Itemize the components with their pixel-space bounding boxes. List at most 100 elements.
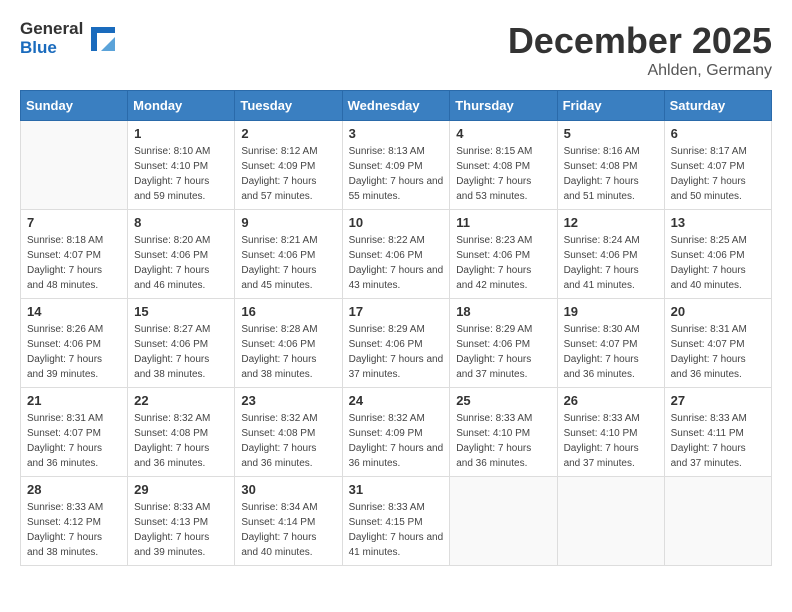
calendar-cell: 31 Sunrise: 8:33 AMSunset: 4:15 PMDayligh…: [342, 477, 450, 566]
day-number: 27: [671, 393, 765, 408]
day-number: 5: [564, 126, 658, 141]
day-info: Sunrise: 8:26 AMSunset: 4:06 PMDaylight:…: [27, 322, 121, 382]
calendar-cell: 29Sunrise: 8:33 AMSunset: 4:13 PMDayligh…: [128, 477, 235, 566]
day-info: Sunrise: 8:13 AMSunset: 4:09 PMDaylight:…: [349, 144, 444, 204]
day-number: 10: [349, 215, 444, 230]
day-number: 13: [671, 215, 765, 230]
weekday-header-thursday: Thursday: [450, 91, 557, 121]
calendar-week-row: 21Sunrise: 8:31 AMSunset: 4:07 PMDayligh…: [21, 388, 772, 477]
day-number: 18: [456, 304, 550, 319]
calendar-week-row: 14 Sunrise: 8:26 AMSunset: 4:06 PMDayligh…: [21, 299, 772, 388]
day-number: 19: [564, 304, 658, 319]
calendar-cell: 24Sunrise: 8:32 AMSunset: 4:09 PMDayligh…: [342, 388, 450, 477]
calendar-cell: [21, 121, 128, 210]
calendar-cell: 16 Sunrise: 8:28 AMSunset: 4:06 PMDayligh…: [235, 299, 342, 388]
calendar-cell: [557, 477, 664, 566]
day-info: Sunrise: 8:29 AMSunset: 4:06 PMDaylight:…: [349, 322, 444, 382]
logo-blue: Blue: [20, 39, 83, 58]
calendar-cell: 17 Sunrise: 8:29 AMSunset: 4:06 PMDayligh…: [342, 299, 450, 388]
month-year-title: December 2025: [508, 20, 772, 62]
calendar-cell: 22 Sunrise: 8:32 AMSunset: 4:08 PMDayligh…: [128, 388, 235, 477]
day-number: 12: [564, 215, 658, 230]
day-info: Sunrise: 8:12 AMSunset: 4:09 PMDaylight:…: [241, 144, 335, 204]
day-number: 1: [134, 126, 228, 141]
day-number: 3: [349, 126, 444, 141]
calendar-cell: 13 Sunrise: 8:25 AMSunset: 4:06 PMDayligh…: [664, 210, 771, 299]
day-number: 29: [134, 482, 228, 497]
calendar-header-row: SundayMondayTuesdayWednesdayThursdayFrid…: [21, 91, 772, 121]
day-info: Sunrise: 8:18 AMSunset: 4:07 PMDaylight:…: [27, 233, 121, 293]
day-number: 31: [349, 482, 444, 497]
day-info: Sunrise: 8:32 AMSunset: 4:08 PMDaylight:…: [134, 411, 228, 471]
weekday-header-wednesday: Wednesday: [342, 91, 450, 121]
calendar-cell: 11 Sunrise: 8:23 AMSunset: 4:06 PMDayligh…: [450, 210, 557, 299]
day-number: 11: [456, 215, 550, 230]
day-info: Sunrise: 8:16 AMSunset: 4:08 PMDaylight:…: [564, 144, 658, 204]
day-info: Sunrise: 8:33 AMSunset: 4:15 PMDaylight:…: [349, 500, 444, 560]
day-number: 28: [27, 482, 121, 497]
logo-general: General: [20, 20, 83, 39]
calendar-cell: [664, 477, 771, 566]
calendar-cell: 20Sunrise: 8:31 AMSunset: 4:07 PMDayligh…: [664, 299, 771, 388]
day-number: 25: [456, 393, 550, 408]
calendar-cell: 21Sunrise: 8:31 AMSunset: 4:07 PMDayligh…: [21, 388, 128, 477]
calendar-cell: 5 Sunrise: 8:16 AMSunset: 4:08 PMDaylight…: [557, 121, 664, 210]
day-number: 9: [241, 215, 335, 230]
day-number: 16: [241, 304, 335, 319]
day-info: Sunrise: 8:27 AMSunset: 4:06 PMDaylight:…: [134, 322, 228, 382]
calendar-cell: 14 Sunrise: 8:26 AMSunset: 4:06 PMDayligh…: [21, 299, 128, 388]
day-info: Sunrise: 8:28 AMSunset: 4:06 PMDaylight:…: [241, 322, 335, 382]
day-number: 30: [241, 482, 335, 497]
calendar-cell: 15 Sunrise: 8:27 AMSunset: 4:06 PMDayligh…: [128, 299, 235, 388]
day-number: 17: [349, 304, 444, 319]
calendar-cell: 30Sunrise: 8:34 AMSunset: 4:14 PMDayligh…: [235, 477, 342, 566]
day-number: 6: [671, 126, 765, 141]
day-info: Sunrise: 8:29 AMSunset: 4:06 PMDaylight:…: [456, 322, 550, 382]
calendar-cell: 28 Sunrise: 8:33 AMSunset: 4:12 PMDayligh…: [21, 477, 128, 566]
calendar-table: SundayMondayTuesdayWednesdayThursdayFrid…: [20, 90, 772, 566]
calendar-cell: 19 Sunrise: 8:30 AMSunset: 4:07 PMDayligh…: [557, 299, 664, 388]
logo-icon: [87, 23, 119, 55]
day-info: Sunrise: 8:32 AMSunset: 4:08 PMDaylight:…: [241, 411, 335, 471]
calendar-week-row: 7 Sunrise: 8:18 AMSunset: 4:07 PMDaylight…: [21, 210, 772, 299]
calendar-cell: 23Sunrise: 8:32 AMSunset: 4:08 PMDayligh…: [235, 388, 342, 477]
day-info: Sunrise: 8:33 AMSunset: 4:12 PMDaylight:…: [27, 500, 121, 560]
day-number: 15: [134, 304, 228, 319]
day-info: Sunrise: 8:33 AMSunset: 4:10 PMDaylight:…: [564, 411, 658, 471]
day-info: Sunrise: 8:10 AMSunset: 4:10 PMDaylight:…: [134, 144, 228, 204]
calendar-cell: 2 Sunrise: 8:12 AMSunset: 4:09 PMDaylight…: [235, 121, 342, 210]
day-info: Sunrise: 8:20 AMSunset: 4:06 PMDaylight:…: [134, 233, 228, 293]
page-header: General Blue December 2025 Ahlden, Germa…: [20, 20, 772, 80]
day-number: 14: [27, 304, 121, 319]
logo: General Blue: [20, 20, 119, 57]
day-number: 22: [134, 393, 228, 408]
calendar-cell: 1 Sunrise: 8:10 AMSunset: 4:10 PMDaylight…: [128, 121, 235, 210]
day-info: Sunrise: 8:21 AMSunset: 4:06 PMDaylight:…: [241, 233, 335, 293]
weekday-header-monday: Monday: [128, 91, 235, 121]
calendar-cell: [450, 477, 557, 566]
day-info: Sunrise: 8:23 AMSunset: 4:06 PMDaylight:…: [456, 233, 550, 293]
calendar-cell: 26Sunrise: 8:33 AMSunset: 4:10 PMDayligh…: [557, 388, 664, 477]
weekday-header-friday: Friday: [557, 91, 664, 121]
day-number: 7: [27, 215, 121, 230]
calendar-cell: 27 Sunrise: 8:33 AMSunset: 4:11 PMDayligh…: [664, 388, 771, 477]
calendar-cell: 7 Sunrise: 8:18 AMSunset: 4:07 PMDaylight…: [21, 210, 128, 299]
calendar-cell: 8Sunrise: 8:20 AMSunset: 4:06 PMDaylight…: [128, 210, 235, 299]
day-number: 20: [671, 304, 765, 319]
day-info: Sunrise: 8:25 AMSunset: 4:06 PMDaylight:…: [671, 233, 765, 293]
day-info: Sunrise: 8:17 AMSunset: 4:07 PMDaylight:…: [671, 144, 765, 204]
calendar-week-row: 28 Sunrise: 8:33 AMSunset: 4:12 PMDayligh…: [21, 477, 772, 566]
day-info: Sunrise: 8:30 AMSunset: 4:07 PMDaylight:…: [564, 322, 658, 382]
day-number: 24: [349, 393, 444, 408]
calendar-cell: 3 Sunrise: 8:13 AMSunset: 4:09 PMDaylight…: [342, 121, 450, 210]
day-info: Sunrise: 8:22 AMSunset: 4:06 PMDaylight:…: [349, 233, 444, 293]
day-number: 2: [241, 126, 335, 141]
day-number: 4: [456, 126, 550, 141]
calendar-cell: 10 Sunrise: 8:22 AMSunset: 4:06 PMDayligh…: [342, 210, 450, 299]
location-subtitle: Ahlden, Germany: [508, 62, 772, 80]
day-number: 21: [27, 393, 121, 408]
weekday-header-sunday: Sunday: [21, 91, 128, 121]
weekday-header-tuesday: Tuesday: [235, 91, 342, 121]
day-info: Sunrise: 8:33 AMSunset: 4:11 PMDaylight:…: [671, 411, 765, 471]
calendar-cell: 4Sunrise: 8:15 AMSunset: 4:08 PMDaylight…: [450, 121, 557, 210]
